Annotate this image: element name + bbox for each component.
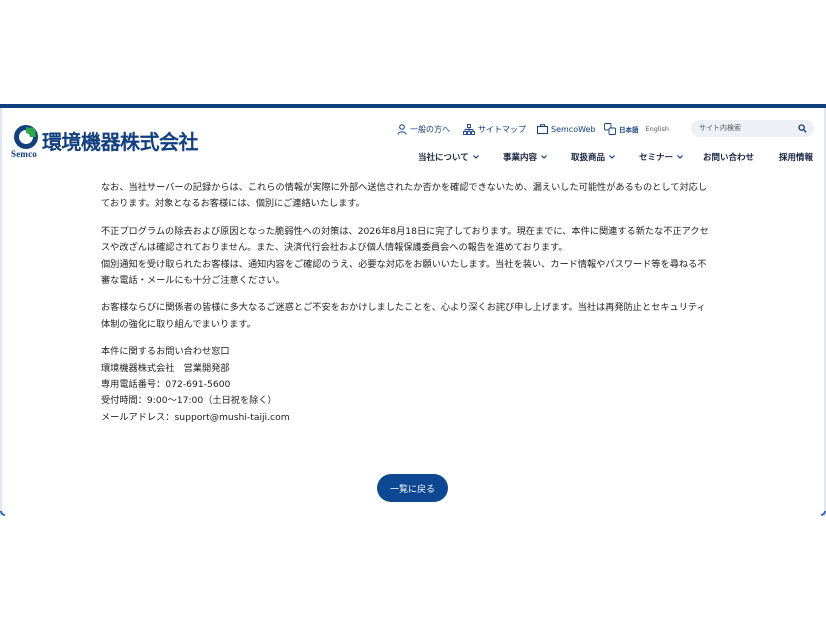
article-line: なお、当社サーバーの記録からは、これらの情報が実際に外部へ送信されたか否かを確認… xyxy=(101,182,708,193)
article-line: 不正プログラムの除去および原因となった脆弱性への対策は、2026年8月18日に完… xyxy=(101,225,709,237)
logo-mark-icon xyxy=(14,125,38,149)
general-public-label: 一般の方へ xyxy=(410,124,450,134)
language-english[interactable]: English xyxy=(646,125,669,133)
article-body: なお、当社サーバーの記録からは、これらの情報が実際に外部へ送信されたか否かを確認… xyxy=(101,180,726,426)
article-line: ております。対象となるお客様には、個別にご連絡いたします。 xyxy=(101,198,365,210)
contact-phone: 専用電話番号：072-691-5600 xyxy=(101,379,231,391)
article-paragraph: 不正プログラムの除去および原因となった脆弱性への対策は、2026年8月18日に完… xyxy=(101,224,726,290)
back-to-list-button[interactable]: 一覧に戻る xyxy=(377,474,448,502)
sitemap-link[interactable]: サイトマップ xyxy=(463,120,526,138)
article-paragraph: お客様ならびに関係者の皆様に多大なるご迷惑とご不安をおかけしましたことを、心より… xyxy=(101,300,726,333)
contact-department: 環境機器株式会社 営業開発部 xyxy=(101,362,230,374)
search-icon[interactable] xyxy=(798,124,807,133)
language-icon xyxy=(604,123,616,135)
language-japanese[interactable]: 日本語 xyxy=(619,124,639,134)
logo-company-name: 環境機器株式会社 xyxy=(42,130,199,154)
chevron-down-icon xyxy=(677,155,683,159)
nav-recruit[interactable]: 採用情報 xyxy=(779,151,813,163)
chevron-down-icon xyxy=(541,155,547,159)
nav-products[interactable]: 取扱商品 xyxy=(571,151,615,163)
sitemap-icon xyxy=(463,123,475,135)
briefcase-icon xyxy=(537,124,548,134)
logo-subtext: Semco xyxy=(11,149,37,159)
nav-seminar-label: セミナー xyxy=(639,153,674,163)
article-paragraph: なお、当社サーバーの記録からは、これらの情報が実際に外部へ送信されたか否かを確認… xyxy=(101,180,726,213)
article-line: 審な電話・メールにも十分ご注意ください。 xyxy=(101,275,285,287)
chevron-down-icon xyxy=(609,155,615,159)
general-public-link[interactable]: 一般の方へ xyxy=(397,120,450,138)
contact-info: 本件に関するお問い合わせ窓口 環境機器株式会社 営業開発部 専用電話番号：072… xyxy=(101,344,726,426)
frame-edge-left xyxy=(0,108,2,516)
article-line: 体制の強化に取り組んでまいります。 xyxy=(101,318,256,330)
header-top-rule xyxy=(0,104,826,108)
search-input[interactable] xyxy=(699,122,794,135)
language-switcher: 日本語 English xyxy=(604,120,669,138)
nav-business-label: 事業内容 xyxy=(503,153,538,163)
nav-about[interactable]: 当社について xyxy=(418,151,479,163)
nav-business[interactable]: 事業内容 xyxy=(503,151,547,163)
contact-heading: 本件に関するお問い合わせ窓口 xyxy=(101,346,230,358)
site-logo[interactable]: Semco 環境機器株式会社 xyxy=(11,124,201,160)
article-line: 個別通知を受け取られたお客様は、通知内容をご確認のうえ、必要な対応をお願いいたし… xyxy=(101,258,707,270)
article-line: お客様ならびに関係者の皆様に多大なるご迷惑とご不安をおかけしましたことを、心より… xyxy=(101,302,706,314)
site-search xyxy=(691,120,814,137)
sitemap-label: サイトマップ xyxy=(478,124,526,134)
contact-email: メールアドレス：support@mushi-taiji.com xyxy=(101,411,290,423)
nav-contact[interactable]: お問い合わせ xyxy=(703,151,754,163)
nav-contact-label: お問い合わせ xyxy=(703,153,755,163)
article-line: スや改ざんは確認されておりません。また、決済代行会社および個人情報保護委員会への… xyxy=(101,242,568,254)
browser-viewport: Semco 環境機器株式会社 一般の方へ サイトマップ SemcoWeb 日本語… xyxy=(0,104,826,516)
nav-about-label: 当社について xyxy=(418,153,469,163)
chevron-down-icon xyxy=(472,155,479,159)
semcoweb-link[interactable]: SemcoWeb xyxy=(537,120,596,138)
nav-products-label: 取扱商品 xyxy=(571,153,606,163)
nav-seminar[interactable]: セミナー xyxy=(639,151,683,163)
contact-hours: 受付時間：9:00～17:00（土日祝を除く） xyxy=(101,395,277,407)
semcoweb-label: SemcoWeb xyxy=(551,124,596,134)
person-icon xyxy=(397,123,407,135)
nav-recruit-label: 採用情報 xyxy=(779,153,814,163)
